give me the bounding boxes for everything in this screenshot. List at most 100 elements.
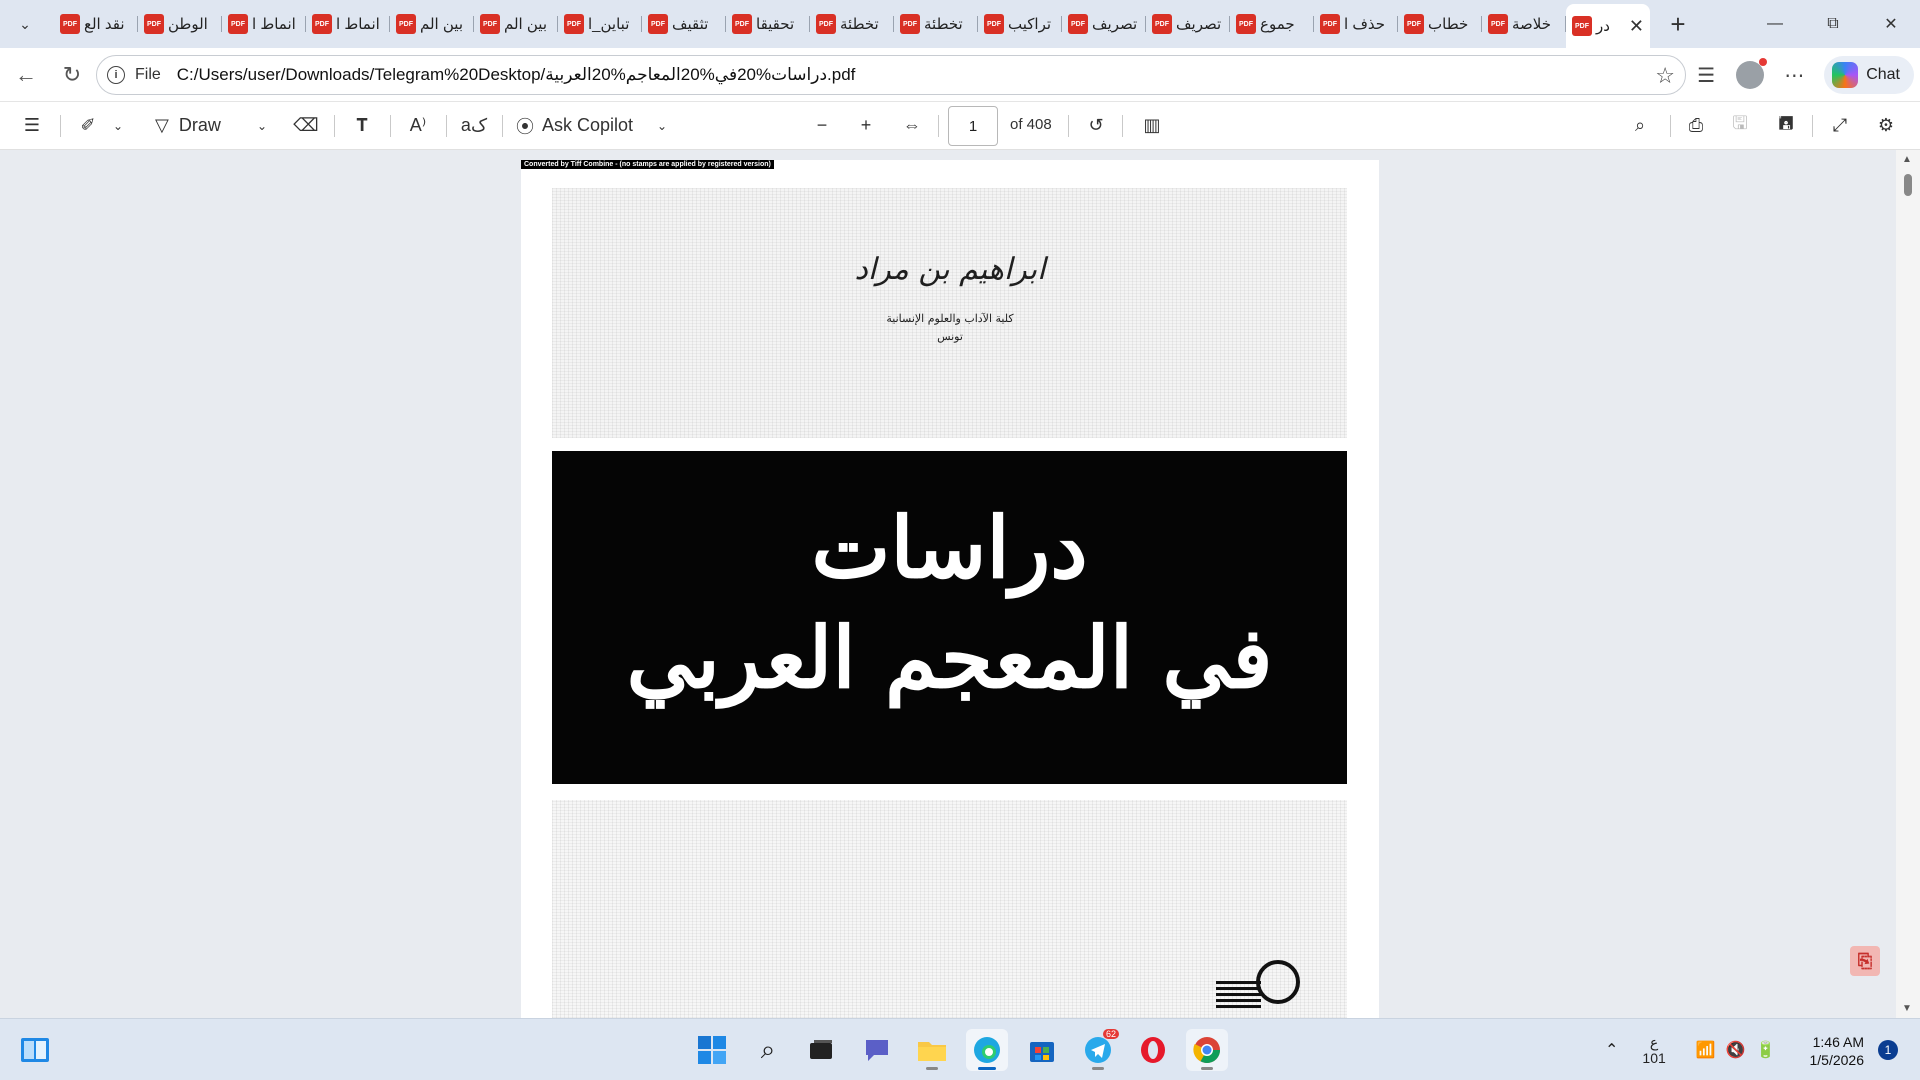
widgets-icon — [21, 1038, 49, 1062]
more-options-button[interactable]: ⋯ — [1772, 53, 1816, 97]
url-text[interactable]: C:/Users/user/Downloads/Telegram%20Deskt… — [177, 65, 856, 85]
input-language-indicator[interactable]: ع 101 — [1642, 1034, 1665, 1066]
edge-button[interactable] — [966, 1029, 1008, 1071]
tab[interactable]: PDF حذف ا — [1314, 4, 1398, 44]
zoom-in-button[interactable]: + — [848, 106, 884, 146]
tab-strip: ⌄ PDF نقد الع PDF الوطن PDF انماط ا PDF انماط ا… — [0, 0, 1920, 48]
highlight-button[interactable]: ✐ — [70, 106, 106, 146]
scrollbar-thumb[interactable] — [1904, 174, 1912, 196]
favorite-star-icon[interactable]: ☆ — [1655, 63, 1675, 89]
scroll-up-arrow-icon[interactable]: ▲ — [1902, 154, 1912, 165]
tab-label: خلاصة — [1512, 16, 1552, 33]
notification-badge[interactable]: 1 — [1878, 1040, 1898, 1060]
chrome-icon — [1193, 1037, 1221, 1064]
acrobat-icon[interactable]: ⎘ — [1850, 946, 1880, 976]
page-view-button[interactable]: ▥ — [1134, 106, 1170, 146]
tab[interactable]: PDF جموع — [1230, 4, 1314, 44]
browser-actions: ☰ ⋯ Chat — [1684, 48, 1920, 102]
tab[interactable]: PDF بين الم — [390, 4, 474, 44]
pdf-file-icon: PDF — [396, 14, 416, 34]
tab-active[interactable]: PDF در ✕ — [1566, 4, 1650, 48]
tab[interactable]: PDF خطاب — [1398, 4, 1482, 44]
tab[interactable]: PDF تباين_ا — [558, 4, 642, 44]
translate-button[interactable]: aک — [456, 106, 492, 146]
search-button[interactable]: ⌕ — [747, 1029, 789, 1071]
profile-button[interactable] — [1728, 53, 1772, 97]
url-scheme-label: File — [135, 66, 161, 83]
tab[interactable]: PDF الوطن — [138, 4, 222, 44]
draw-dropdown[interactable]: ⌄ — [250, 106, 274, 146]
read-aloud-button[interactable]: A⁾ — [400, 106, 436, 146]
chrome-button[interactable] — [1186, 1029, 1228, 1071]
start-button[interactable] — [691, 1029, 733, 1071]
pdf-file-icon: PDF — [1152, 14, 1172, 34]
opera-icon — [1141, 1037, 1165, 1063]
rotate-button[interactable]: ↺ — [1078, 106, 1114, 146]
copilot-chat-button[interactable]: Chat — [1824, 56, 1914, 94]
tab[interactable]: PDF تخطئة — [810, 4, 894, 44]
save-as-button[interactable]: 🖪 — [1768, 106, 1804, 146]
find-button[interactable]: ⌕ — [1622, 106, 1658, 146]
add-text-button[interactable]: 𝐓 — [344, 106, 380, 146]
save-button[interactable]: 🖫 — [1722, 106, 1758, 146]
plus-icon: + — [1670, 8, 1686, 39]
refresh-button[interactable]: ↻ — [52, 55, 92, 95]
battery-icon[interactable]: 🔋 — [1756, 1040, 1776, 1060]
tab[interactable]: PDF تحقيقا — [726, 4, 810, 44]
tab[interactable]: PDF انماط ا — [222, 4, 306, 44]
back-button[interactable]: ← — [6, 55, 46, 95]
contents-button[interactable]: ☰ — [14, 106, 50, 146]
tab-label: نقد الع — [84, 16, 125, 33]
favorites-button[interactable]: ☰ — [1684, 53, 1728, 97]
volume-muted-icon[interactable]: 🔇 — [1726, 1040, 1746, 1060]
pdf-file-icon: PDF — [1068, 14, 1088, 34]
text-box-icon: 𝐓 — [356, 115, 368, 135]
tab[interactable]: PDF تخطئة — [894, 4, 978, 44]
pdf-file-icon: PDF — [732, 14, 752, 34]
tab[interactable]: PDF نقد الع — [54, 4, 138, 44]
widgets-button[interactable] — [14, 1029, 56, 1071]
fullscreen-button[interactable]: ⤢ — [1822, 106, 1858, 146]
show-hidden-icons-button[interactable]: ⌃ — [1605, 1040, 1618, 1060]
tab[interactable]: PDF خلاصة — [1482, 4, 1566, 44]
wifi-icon[interactable]: 📶 — [1696, 1040, 1716, 1060]
erase-button[interactable]: ⌫ — [288, 106, 324, 146]
tab[interactable]: PDF انماط ا — [306, 4, 390, 44]
tab-label: انماط ا — [336, 16, 380, 33]
scroll-down-arrow-icon[interactable]: ▼ — [1902, 1003, 1912, 1014]
telegram-button[interactable]: 62 — [1077, 1029, 1119, 1071]
ask-copilot-dropdown[interactable]: ⌄ — [650, 106, 674, 146]
close-window-button[interactable]: ✕ — [1862, 0, 1920, 48]
new-tab-button[interactable]: + — [1660, 6, 1696, 42]
task-view-button[interactable] — [800, 1029, 842, 1071]
highlight-dropdown[interactable]: ⌄ — [106, 106, 130, 146]
tab[interactable]: PDF تراكيب — [978, 4, 1062, 44]
print-button[interactable]: ⎙ — [1678, 106, 1714, 146]
site-info-icon[interactable]: i — [107, 66, 125, 84]
pdf-file-icon: PDF — [564, 14, 584, 34]
restore-button[interactable]: ⧉ — [1804, 0, 1862, 48]
zoom-out-button[interactable]: − — [804, 106, 840, 146]
close-tab-icon[interactable]: ✕ — [1629, 16, 1644, 37]
tab-actions-menu-button[interactable]: ⌄ — [6, 5, 44, 43]
microsoft-store-button[interactable] — [1021, 1029, 1063, 1071]
opera-button[interactable] — [1132, 1029, 1174, 1071]
tab[interactable]: PDF تصريف — [1062, 4, 1146, 44]
fit-to-width-button[interactable]: ⇔ — [894, 106, 930, 146]
teams-chat-button[interactable] — [856, 1029, 898, 1071]
pdf-file-icon: PDF — [60, 14, 80, 34]
file-explorer-button[interactable] — [911, 1029, 953, 1071]
pdf-settings-button[interactable]: ⚙ — [1868, 106, 1904, 146]
url-field[interactable]: i File C:/Users/user/Downloads/Telegram%… — [96, 55, 1686, 95]
pdf-viewport[interactable]: Converted by Tiff Combine - (no stamps a… — [0, 150, 1920, 1018]
page-number-input[interactable]: 1 — [948, 106, 998, 146]
tab[interactable]: PDF تثقيف — [642, 4, 726, 44]
ellipsis-icon: ⋯ — [1784, 64, 1805, 87]
divider — [502, 115, 503, 137]
vertical-scrollbar[interactable]: ▲ ▼ — [1896, 150, 1920, 1018]
tab[interactable]: PDF بين الم — [474, 4, 558, 44]
tab[interactable]: PDF تصريف — [1146, 4, 1230, 44]
minimize-button[interactable]: — — [1746, 0, 1804, 48]
clock[interactable]: 1:46 AM 1/5/2026 — [1810, 1033, 1865, 1069]
divider — [938, 115, 939, 137]
